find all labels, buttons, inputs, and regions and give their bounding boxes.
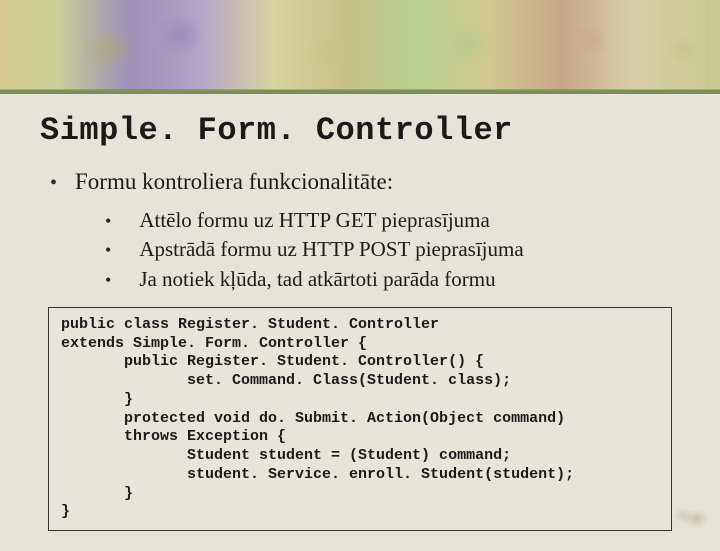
sub-bullet-text: Apstrādā formu uz HTTP POST pieprasījuma bbox=[139, 236, 523, 263]
code-block: public class Register. Student. Controll… bbox=[48, 307, 672, 531]
sub-bullet: • Apstrādā formu uz HTTP POST pieprasīju… bbox=[105, 236, 680, 263]
sub-bullet-list: • Attēlo formu uz HTTP GET pieprasījuma … bbox=[105, 207, 680, 293]
sub-bullet-text: Attēlo formu uz HTTP GET pieprasījuma bbox=[139, 207, 490, 234]
main-bullet: • Formu kontroliera funkcionalitāte: bbox=[50, 169, 680, 195]
sub-bullet: • Attēlo formu uz HTTP GET pieprasījuma bbox=[105, 207, 680, 234]
corner-decoration bbox=[664, 496, 714, 536]
sub-bullet-text: Ja notiek kļūda, tad atkārtoti parāda fo… bbox=[139, 266, 495, 293]
bullet-dot: • bbox=[105, 239, 111, 262]
bullet-dot: • bbox=[105, 269, 111, 292]
sub-bullet: • Ja notiek kļūda, tad atkārtoti parāda … bbox=[105, 266, 680, 293]
slide-title: Simple. Form. Controller bbox=[40, 112, 680, 149]
bullet-dot: • bbox=[50, 173, 57, 193]
bullet-dot: • bbox=[105, 210, 111, 233]
main-bullet-text: Formu kontroliera funkcionalitāte: bbox=[75, 169, 393, 195]
decorative-banner bbox=[0, 0, 720, 90]
slide-content: Simple. Form. Controller • Formu kontrol… bbox=[0, 94, 720, 551]
